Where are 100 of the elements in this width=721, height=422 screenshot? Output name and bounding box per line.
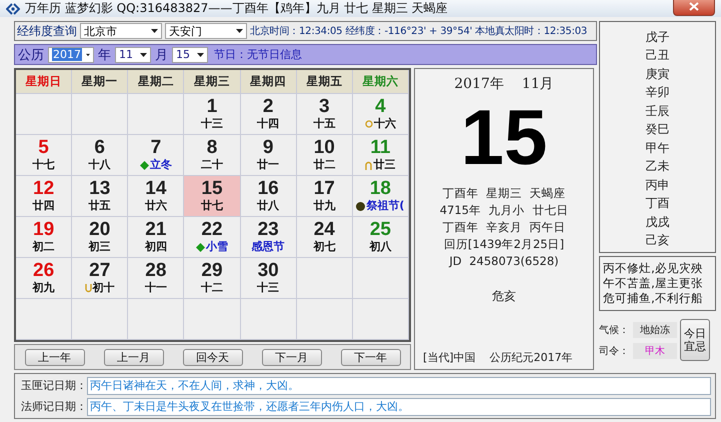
- day-number: 18: [370, 179, 391, 199]
- record-label: 法师记日期：: [21, 399, 85, 414]
- day-cell[interactable]: 14 廿六: [128, 176, 184, 217]
- lunar-date: 十二: [200, 281, 223, 295]
- dot-icon: [356, 202, 366, 210]
- day-cell[interactable]: 6 十八: [72, 135, 128, 176]
- day-cell[interactable]: 10 廿二: [296, 135, 353, 176]
- day-cell[interactable]: 4 十六: [352, 94, 409, 135]
- ganzhi-item: 戊戌: [646, 214, 670, 230]
- day-cell[interactable]: 3 十五: [296, 94, 353, 135]
- ganzhi-item: 己丑: [646, 47, 670, 64]
- climate-label: 气候：: [599, 324, 630, 336]
- time-info: 北京时间：12:34:05 经纬度：-116°23' + 39°54' 本地真太阳时：12:35:03: [250, 24, 588, 38]
- record-field: 丙午、丁未日是牛头夜叉在世捡带，还愿者三年内伤人口，大凶。: [87, 398, 711, 416]
- lunar-date: 十八: [88, 158, 111, 172]
- day-cell[interactable]: 22 小雪: [184, 217, 241, 258]
- day-cell[interactable]: 25 初八: [352, 217, 409, 258]
- day-cell[interactable]: 19 初二: [16, 217, 72, 258]
- nav-button[interactable]: 上一月: [104, 348, 164, 366]
- day-number: 19: [33, 220, 54, 240]
- day-note: 危亥: [492, 288, 516, 305]
- day-cell[interactable]: 26 初九: [16, 258, 72, 299]
- lunar-date: 廿四: [32, 199, 55, 213]
- weekday-header: 星期六: [352, 70, 409, 94]
- day-dropdown[interactable]: 15: [172, 46, 208, 62]
- day-cell[interactable]: 2 十四: [240, 94, 297, 135]
- day-cell[interactable]: 21 初四: [128, 217, 184, 258]
- caret-icon: [86, 52, 90, 56]
- day-cell[interactable]: 12 廿四: [16, 176, 72, 217]
- ganzhi-item: 甲午: [646, 140, 670, 156]
- caret-icon: [197, 52, 204, 56]
- day-cell[interactable]: 23 感恩节: [240, 217, 297, 258]
- ganzhi-item: 乙未: [646, 158, 670, 174]
- lunar-date: 廿七: [200, 199, 223, 213]
- day-number: 24: [314, 220, 335, 240]
- day-cell[interactable]: 28 十一: [128, 258, 184, 299]
- lunar-date: 廿二: [313, 158, 336, 172]
- day-number: 28: [145, 261, 166, 281]
- lunar-date: 廿九: [313, 199, 336, 213]
- lunar-date: 廿六: [144, 199, 167, 213]
- month-dropdown[interactable]: 11: [115, 46, 151, 62]
- day-number: 21: [145, 220, 166, 240]
- lunar-date: 立冬: [150, 158, 172, 172]
- diamond-icon: [196, 242, 205, 252]
- day-cell[interactable]: 13 廿五: [72, 176, 128, 217]
- lunar-date: 十一: [144, 281, 167, 295]
- day-cell[interactable]: 30 十三: [240, 258, 297, 299]
- ganzhi-item: 辛卯: [646, 84, 670, 100]
- nav-button[interactable]: 上一年: [24, 348, 84, 366]
- day-cell[interactable]: 27 初十: [72, 258, 128, 299]
- year-dropdown[interactable]: 2017: [48, 46, 94, 62]
- day-cell[interactable]: 15 廿七: [184, 176, 241, 217]
- date-info-line: 4715年 九月小 廿七日: [440, 202, 568, 219]
- nav-button[interactable]: 回今天: [182, 348, 242, 366]
- date-info-line: 丁酉年 辛亥月 丙午日: [442, 219, 566, 236]
- day-cell[interactable]: 16 廿八: [240, 176, 297, 217]
- day-number: 23: [258, 220, 279, 240]
- day-cell[interactable]: 9 廿一: [240, 135, 297, 176]
- day-number: 15: [201, 179, 223, 199]
- lunar-date: 初三: [88, 240, 111, 254]
- day-number: 25: [370, 220, 391, 240]
- lunar-date: 十四: [257, 117, 280, 131]
- site-dropdown[interactable]: 天安门: [165, 23, 247, 39]
- day-cell[interactable]: 18 祭祖节(: [352, 176, 409, 217]
- lunar-date: 初二: [32, 240, 55, 254]
- day-cell[interactable]: 17 廿九: [296, 176, 353, 217]
- day-cell[interactable]: 24 初七: [296, 217, 353, 258]
- epoch-text: 公历纪元2017年: [490, 350, 573, 365]
- lunar-date: 初四: [144, 240, 167, 254]
- weekday-header: 星期二: [128, 70, 184, 94]
- lunar-date: 十三: [200, 117, 223, 131]
- day-cell[interactable]: 8 二十: [184, 135, 241, 176]
- lunar-date: 二十: [200, 158, 223, 172]
- lunar-date: 初九: [32, 281, 55, 295]
- query-label: 经纬度查询: [17, 22, 77, 40]
- day-number: 30: [258, 261, 279, 281]
- caret-icon: [151, 29, 158, 33]
- day-number: 26: [33, 261, 54, 281]
- day-cell[interactable]: 11 廿三: [352, 135, 409, 176]
- lunar-date: 十五: [313, 117, 336, 131]
- nav-button[interactable]: 下一年: [340, 348, 400, 366]
- close-button[interactable]: [673, 0, 715, 16]
- ganzhi-item: 丁酉: [646, 195, 670, 212]
- day-number: 10: [314, 138, 335, 158]
- day-cell[interactable]: 5 十七: [16, 135, 72, 176]
- nav-button[interactable]: 下一月: [262, 348, 322, 366]
- day-number: 11: [370, 138, 390, 158]
- day-cell[interactable]: 20 初三: [72, 217, 128, 258]
- day-cell[interactable]: 1 十三: [184, 94, 241, 135]
- diamond-icon: [140, 160, 149, 170]
- city-dropdown[interactable]: 北京市: [80, 23, 162, 39]
- ganzhi-item: 癸巳: [646, 121, 670, 138]
- day-number: 1: [206, 97, 218, 117]
- day-cell[interactable]: 7 立冬: [128, 135, 184, 176]
- day-number: 16: [258, 179, 279, 199]
- caret-icon: [236, 29, 243, 33]
- day-cell[interactable]: 29 十二: [184, 258, 241, 299]
- today-advice-button[interactable]: 今日宜忌: [680, 319, 710, 361]
- ganzhi-item: 庚寅: [646, 66, 670, 82]
- app-icon: [6, 2, 20, 14]
